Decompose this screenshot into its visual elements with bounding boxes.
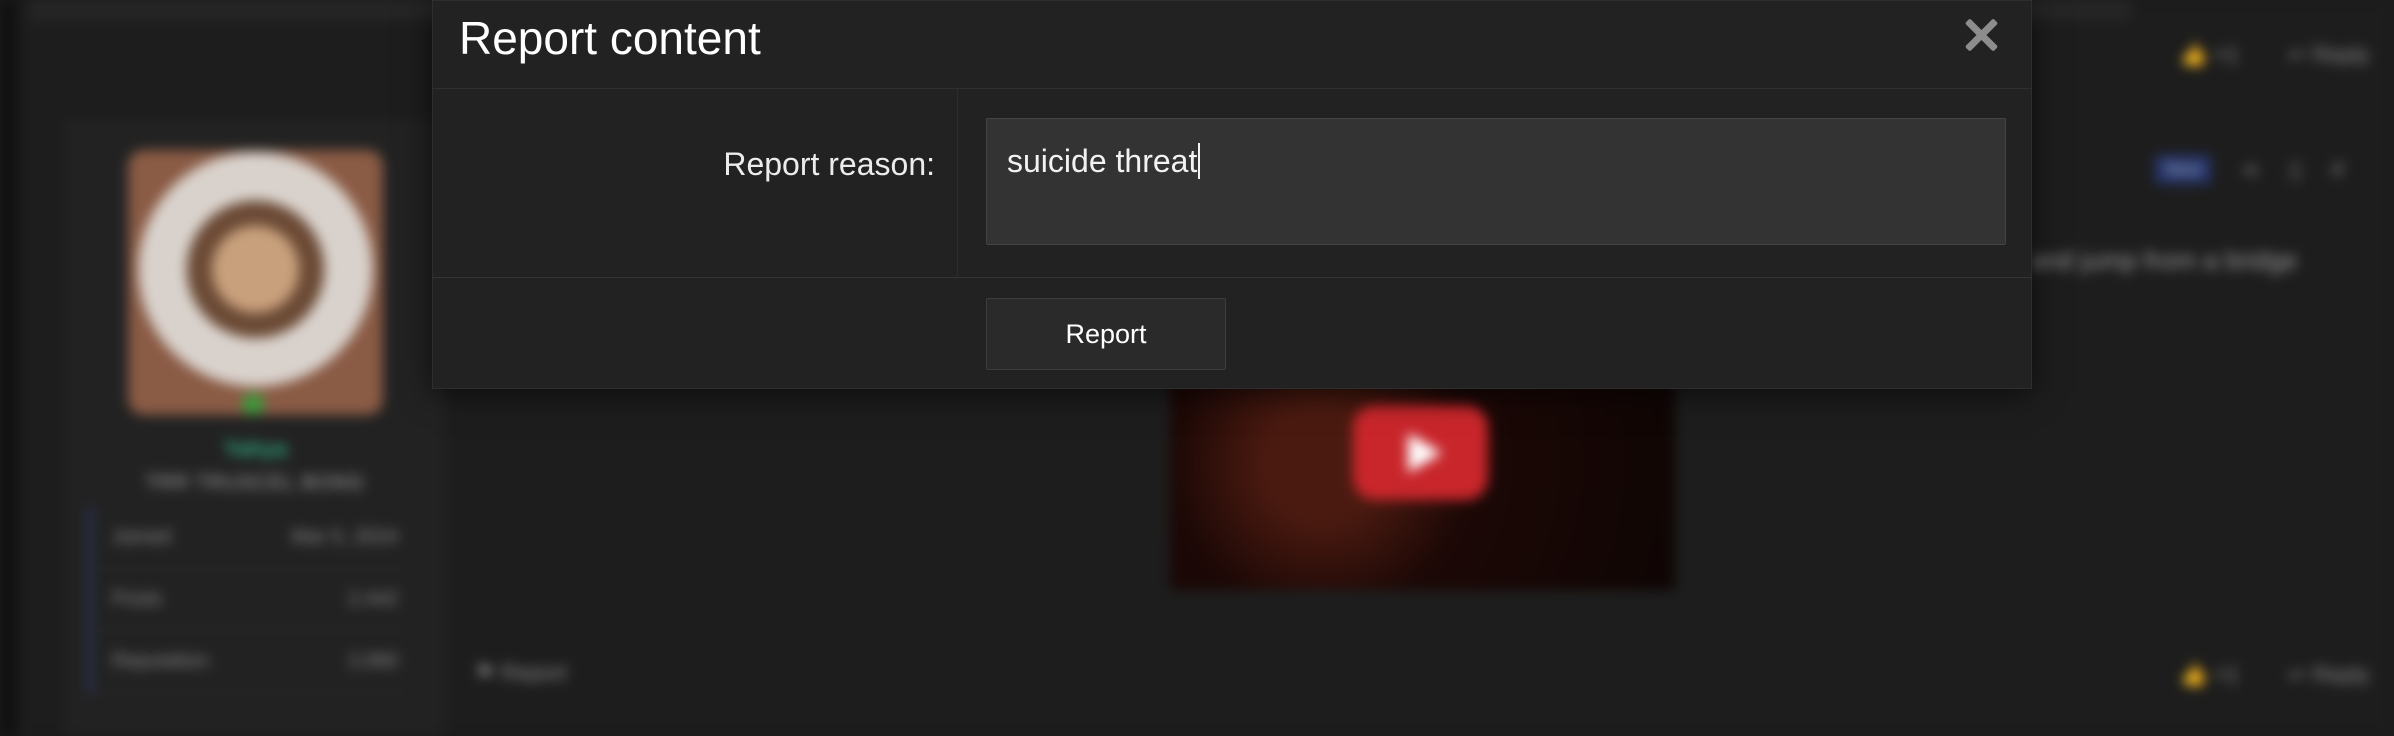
new-badge: New bbox=[2155, 155, 2212, 184]
report-reason-label: Report reason: bbox=[723, 146, 935, 182]
user-stats: Joined Mar 5, 2024 Posts 2,442 Reputatio… bbox=[88, 507, 408, 693]
dialog-body: Report reason: suicide threat bbox=[433, 89, 2031, 278]
stat-label: Joined bbox=[112, 526, 171, 548]
like-button[interactable]: 👍 +1 bbox=[2180, 42, 2239, 68]
reply-button[interactable]: ↩ Reply bbox=[2289, 662, 2370, 688]
post-actions-bottom: 👍 +1 ↩ Reply bbox=[2180, 662, 2369, 688]
report-reason-input[interactable]: suicide threat bbox=[986, 118, 2006, 245]
user-title: TRR TRUSCEL BONG bbox=[145, 472, 365, 494]
report-reason-value: suicide threat bbox=[1007, 143, 1198, 179]
stat-value: 2,442 bbox=[347, 588, 398, 610]
online-indicator-icon bbox=[242, 393, 264, 415]
stat-row-reputation: Reputation 2,060 bbox=[92, 631, 408, 693]
report-dialog: Report content Report reason: suicide th… bbox=[432, 0, 2032, 389]
stat-label: Posts bbox=[112, 588, 163, 610]
avatar[interactable] bbox=[128, 150, 383, 415]
label-cell: Report reason: bbox=[433, 89, 958, 278]
reply-button[interactable]: ↩ Reply bbox=[2289, 42, 2370, 68]
post-actions-top: 👍 +1 ↩ Reply bbox=[2180, 42, 2369, 68]
username[interactable]: Yahya bbox=[128, 436, 383, 462]
stat-row-posts: Posts 2,442 bbox=[92, 569, 408, 631]
stat-label: Reputation bbox=[112, 650, 209, 672]
text-caret bbox=[1198, 143, 1201, 179]
left-edge-strip bbox=[0, 0, 18, 736]
stat-row-joined: Joined Mar 5, 2024 bbox=[92, 507, 408, 569]
stat-value: Mar 5, 2024 bbox=[291, 526, 398, 548]
close-icon[interactable] bbox=[1961, 15, 2001, 55]
bookmark-icon[interactable]: ▯ bbox=[2289, 157, 2301, 183]
dialog-header: Report content bbox=[433, 1, 2031, 89]
report-button[interactable]: Report bbox=[986, 298, 1226, 370]
post-text: and jump from a bridge bbox=[2030, 245, 2298, 275]
share-icon[interactable]: ⋖ bbox=[2241, 157, 2259, 183]
dialog-footer: Report bbox=[433, 278, 2031, 388]
stat-value: 2,060 bbox=[347, 650, 398, 672]
report-link[interactable]: ⚑ Report bbox=[475, 660, 567, 686]
dialog-title: Report content bbox=[459, 12, 761, 64]
like-button[interactable]: 👍 +1 bbox=[2180, 662, 2239, 688]
post-header-icons: New ⋖ ▯ # bbox=[2155, 155, 2344, 184]
permalink-icon[interactable]: # bbox=[2332, 157, 2344, 183]
play-icon[interactable] bbox=[1353, 405, 1488, 500]
